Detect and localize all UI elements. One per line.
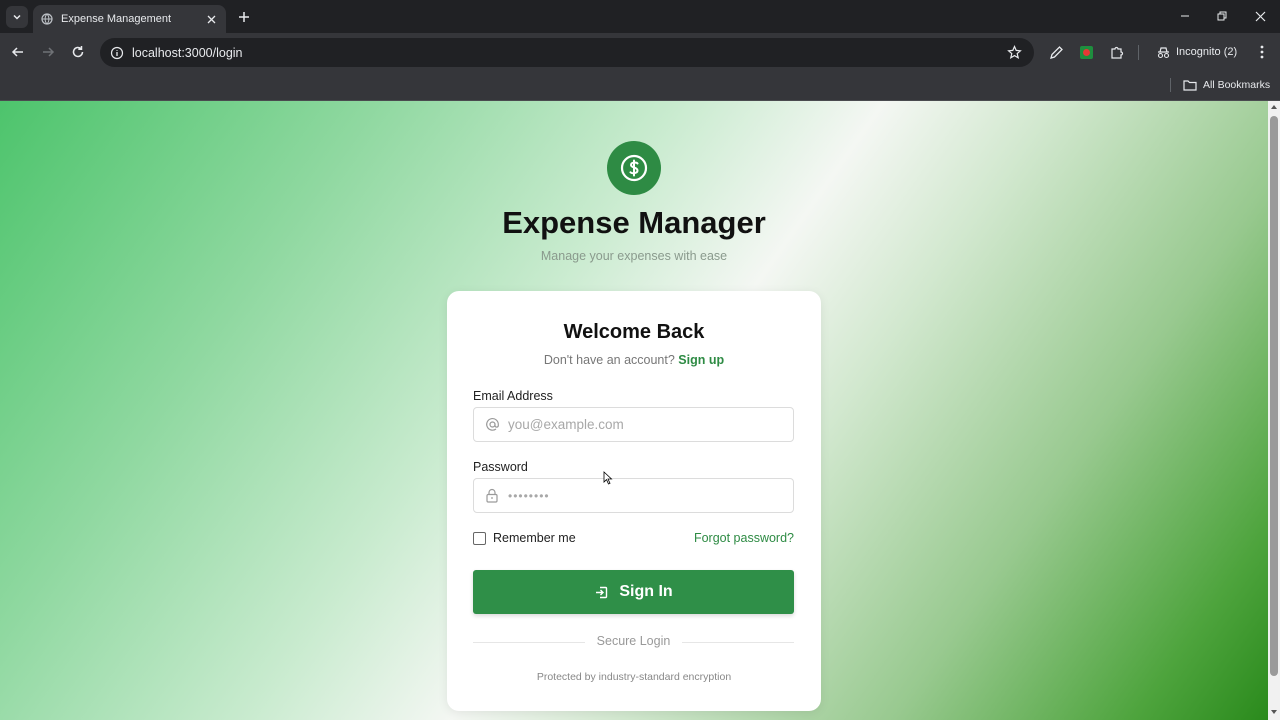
reload-button[interactable] xyxy=(68,42,88,62)
forgot-password-link[interactable]: Forgot password? xyxy=(694,531,794,545)
incognito-indicator[interactable]: Incognito (2) xyxy=(1148,38,1242,66)
arrow-right-icon xyxy=(43,47,55,57)
signup-prompt: Don't have an account? Sign up xyxy=(447,353,821,367)
url-text: localhost:3000/login xyxy=(132,45,243,60)
globe-icon xyxy=(41,13,53,25)
password-field[interactable]: •••••••• xyxy=(473,478,794,513)
divider-text: Secure Login xyxy=(596,634,671,648)
browser-tab-bar: Expense Management xyxy=(0,0,1280,33)
incognito-icon xyxy=(1157,46,1170,58)
tab-title: Expense Management xyxy=(61,13,172,25)
extensions-button[interactable] xyxy=(1109,44,1125,60)
tab-close-button[interactable] xyxy=(204,12,218,26)
login-icon xyxy=(596,586,608,598)
remember-label: Remember me xyxy=(493,531,576,545)
encryption-note: Protected by industry-standard encryptio… xyxy=(536,671,732,683)
incognito-label: Incognito (2) xyxy=(1176,46,1238,58)
password-input[interactable]: •••••••• xyxy=(508,489,550,503)
app-title: Expense Manager xyxy=(502,205,766,240)
browser-tab[interactable]: Expense Management xyxy=(33,5,226,33)
email-field[interactable] xyxy=(473,407,794,442)
sign-in-button[interactable]: Sign In xyxy=(473,570,794,614)
reload-icon xyxy=(72,46,84,58)
close-window-button[interactable] xyxy=(1252,8,1268,24)
signup-prompt-text: Don't have an account? xyxy=(543,353,675,367)
scroll-down-icon[interactable] xyxy=(1270,708,1278,716)
restore-button[interactable] xyxy=(1214,8,1230,24)
pen-icon xyxy=(1049,45,1063,59)
info-icon[interactable] xyxy=(110,46,124,60)
email-label: Email Address xyxy=(473,389,553,403)
close-icon xyxy=(207,15,215,23)
sign-in-label: Sign In xyxy=(619,583,673,600)
record-icon xyxy=(1079,45,1093,59)
new-tab-button[interactable] xyxy=(235,8,253,26)
page-viewport: Expense Manager Manage your expenses wit… xyxy=(0,101,1268,720)
more-vertical-icon xyxy=(1260,45,1264,59)
minimize-button[interactable] xyxy=(1177,8,1193,24)
all-bookmarks-button[interactable]: All Bookmarks xyxy=(1183,76,1270,94)
remember-me[interactable]: Remember me xyxy=(473,531,576,545)
email-input[interactable] xyxy=(508,417,778,432)
extension-record-button[interactable] xyxy=(1078,44,1094,60)
scroll-up-icon[interactable] xyxy=(1270,103,1278,111)
bookmarks-separator xyxy=(1170,78,1171,92)
lock-icon xyxy=(484,488,500,504)
extension-pen-button[interactable] xyxy=(1048,44,1064,60)
app-logo xyxy=(607,141,661,195)
secure-login-divider: Secure Login xyxy=(473,633,794,651)
minimize-icon xyxy=(1181,15,1189,17)
folder-icon xyxy=(1183,80,1197,91)
toolbar-separator xyxy=(1138,45,1139,60)
tab-search-button[interactable] xyxy=(6,6,28,28)
app-subtitle: Manage your expenses with ease xyxy=(540,249,728,263)
bookmarks-bar: All Bookmarks xyxy=(0,71,1280,101)
chevron-down-icon xyxy=(13,14,21,20)
dollar-circle-icon xyxy=(620,154,648,182)
password-label: Password xyxy=(473,460,528,474)
star-icon[interactable] xyxy=(1007,45,1022,60)
arrow-left-icon xyxy=(11,47,23,57)
login-card: Welcome Back Don't have an account? Sign… xyxy=(447,291,821,711)
all-bookmarks-label: All Bookmarks xyxy=(1203,79,1271,91)
scrollbar-thumb[interactable] xyxy=(1270,116,1278,676)
remember-checkbox[interactable] xyxy=(473,531,486,545)
plus-icon xyxy=(239,12,249,22)
card-title: Welcome Back xyxy=(563,321,705,343)
at-sign-icon xyxy=(484,417,500,433)
back-button[interactable] xyxy=(8,42,28,62)
address-bar[interactable]: localhost:3000/login xyxy=(100,38,1034,67)
browser-menu-button[interactable] xyxy=(1254,44,1270,60)
signup-link[interactable]: Sign up xyxy=(678,353,724,367)
mouse-cursor-icon xyxy=(603,471,613,485)
forward-button[interactable] xyxy=(38,42,58,62)
browser-toolbar: localhost:3000/login Incognito (2) xyxy=(0,33,1280,71)
close-icon xyxy=(1255,11,1265,21)
restore-icon xyxy=(1217,11,1227,21)
puzzle-icon xyxy=(1110,46,1123,59)
